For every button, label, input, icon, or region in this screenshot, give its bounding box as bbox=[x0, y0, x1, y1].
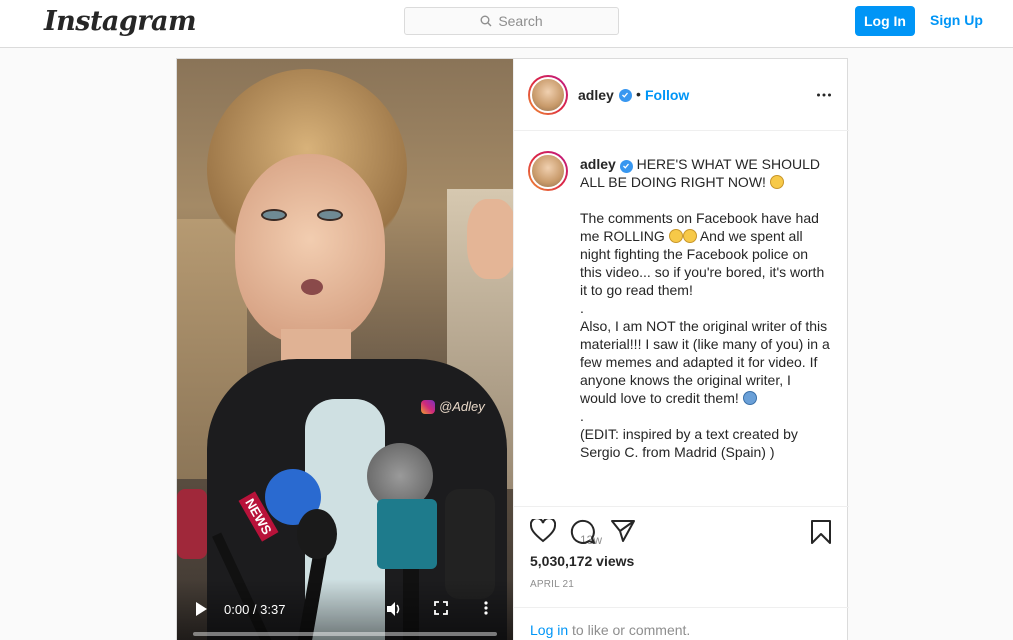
post-panel: adley • Follow adley HERE'S WHAT WE SHOU bbox=[513, 59, 849, 640]
video-controls: 0:00 / 3:37 bbox=[177, 579, 513, 640]
username-link[interactable]: adley bbox=[578, 87, 632, 103]
signup-link[interactable]: Sign Up bbox=[930, 12, 983, 28]
login-button[interactable]: Log In bbox=[855, 6, 915, 36]
view-count[interactable]: 5,030,172 views bbox=[530, 553, 634, 569]
post-card: NEWS @Adley 0:00 / 3:37 adley • Follow a… bbox=[176, 58, 849, 640]
verified-icon bbox=[619, 159, 633, 173]
search-input[interactable]: Search bbox=[404, 7, 619, 35]
more-vertical-icon[interactable] bbox=[483, 600, 489, 616]
video-watermark: @Adley bbox=[421, 399, 485, 414]
caption-username[interactable]: adley bbox=[580, 156, 616, 172]
post-video[interactable]: NEWS @Adley 0:00 / 3:37 bbox=[177, 59, 513, 640]
post-actions: 5,030,172 views APRIL 21 Log in to like … bbox=[514, 506, 849, 640]
laughing-emoji-icon bbox=[668, 229, 683, 243]
instagram-icon bbox=[421, 399, 435, 414]
volume-icon[interactable] bbox=[385, 600, 403, 618]
avatar[interactable] bbox=[528, 151, 568, 191]
avatar[interactable] bbox=[528, 75, 568, 115]
follow-button[interactable]: Follow bbox=[645, 87, 689, 103]
share-icon[interactable] bbox=[610, 519, 636, 543]
video-time: 0:00 / 3:37 bbox=[224, 602, 286, 617]
video-progress-bar[interactable] bbox=[193, 632, 497, 636]
smirk-emoji-icon bbox=[769, 175, 784, 189]
fullscreen-icon[interactable] bbox=[433, 600, 449, 616]
top-nav: Instagram Search Log In Sign Up bbox=[0, 0, 1013, 48]
verified-icon bbox=[618, 88, 632, 102]
save-icon[interactable] bbox=[810, 519, 832, 545]
comment-icon[interactable] bbox=[570, 519, 596, 545]
hug-emoji-icon bbox=[742, 391, 757, 405]
separator-dot: • bbox=[636, 86, 641, 102]
login-link[interactable]: Log in bbox=[530, 622, 568, 638]
caption-text: adley HERE'S WHAT WE SHOULD ALL BE DOING… bbox=[580, 156, 830, 460]
caption-section: adley HERE'S WHAT WE SHOULD ALL BE DOING… bbox=[514, 131, 849, 547]
login-prompt: Log in to like or comment. bbox=[514, 607, 849, 640]
more-icon[interactable] bbox=[816, 87, 832, 103]
heart-icon[interactable] bbox=[530, 519, 556, 543]
microphone bbox=[297, 509, 337, 559]
search-icon bbox=[480, 15, 492, 27]
laughing-emoji-icon bbox=[682, 229, 697, 243]
post-header: adley • Follow bbox=[514, 59, 849, 131]
post-date: APRIL 21 bbox=[530, 579, 575, 590]
play-icon[interactable] bbox=[193, 601, 209, 617]
instagram-logo[interactable]: Instagram bbox=[44, 6, 197, 37]
search-placeholder: Search bbox=[498, 13, 543, 29]
